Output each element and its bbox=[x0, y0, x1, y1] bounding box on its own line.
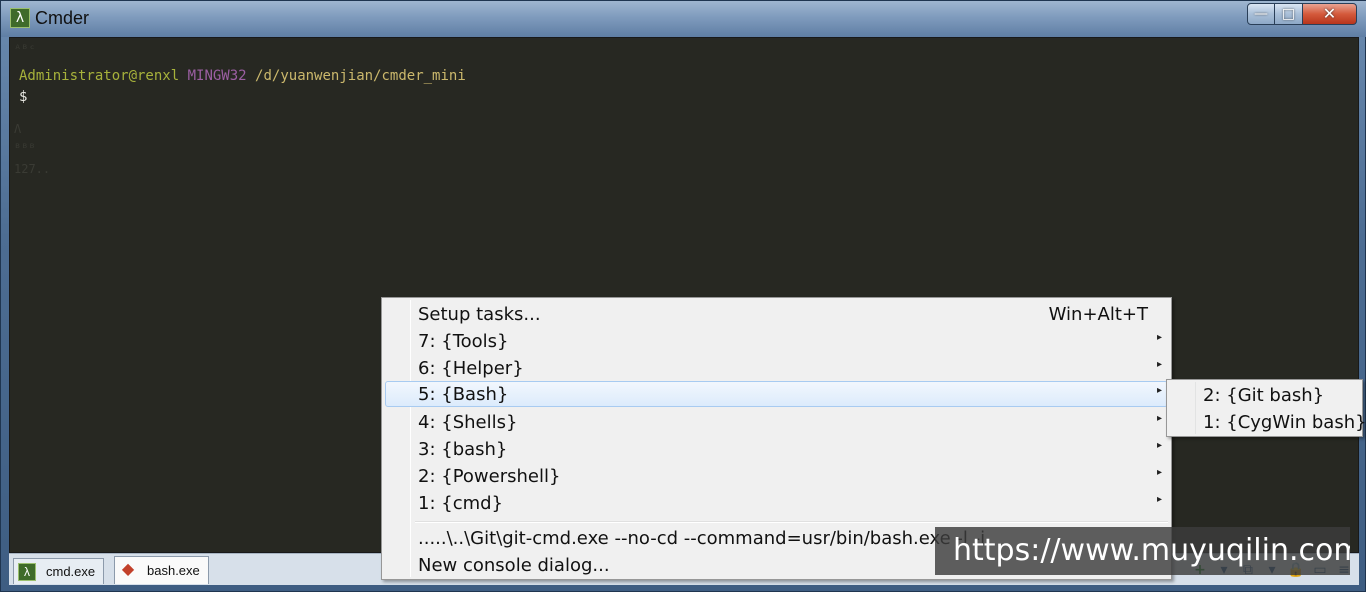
minimize-button[interactable]: — bbox=[1247, 3, 1275, 25]
ghost-text: ᴮᴮᴮ bbox=[14, 141, 36, 155]
maximize-button[interactable]: □ bbox=[1275, 3, 1303, 25]
submenu-arrow-icon: ▸ bbox=[1156, 440, 1162, 451]
title-bar[interactable]: λ Cmder — □ ✕ bbox=[1, 1, 1366, 37]
tab-label: cmd.exe bbox=[46, 564, 96, 579]
submenu-item-git-bash[interactable]: 2: {Git bash} bbox=[1203, 385, 1324, 406]
menu-item-powershell[interactable]: 2: {Powershell} ▸ bbox=[385, 463, 1168, 489]
tab-bash[interactable]: ◆ bash.exe bbox=[114, 556, 209, 584]
submenu-arrow-icon: ▸ bbox=[1156, 359, 1162, 370]
prompt-line: Administrator@renxl MINGW32 /d/yuanwenji… bbox=[19, 68, 466, 84]
tab-cmd[interactable]: λ cmd.exe bbox=[13, 558, 105, 584]
bash-submenu: 2: {Git bash} 1: {CygWin bash} bbox=[1166, 379, 1366, 437]
ghost-text: Λ bbox=[14, 122, 22, 136]
close-icon: ✕ bbox=[1322, 4, 1337, 23]
menu-item-label: Setup tasks... bbox=[418, 304, 541, 325]
submenu-arrow-icon: ▸ bbox=[1156, 385, 1162, 396]
menu-item-label: 5: {Bash} bbox=[418, 384, 509, 405]
menu-item-label: 3: {bash} bbox=[418, 439, 508, 460]
menu-item-setup-tasks[interactable]: Setup tasks... Win+Alt+T bbox=[385, 301, 1168, 327]
git-icon: ◆ bbox=[121, 560, 135, 578]
menu-item-helper[interactable]: 6: {Helper} ▸ bbox=[385, 355, 1168, 381]
submenu-arrow-icon: ▸ bbox=[1156, 413, 1162, 424]
menu-item-label: New console dialog... bbox=[418, 555, 610, 576]
tab-label: bash.exe bbox=[147, 563, 200, 578]
menu-item-label: 1: {cmd} bbox=[418, 493, 503, 514]
menu-item-bash[interactable]: 3: {bash} ▸ bbox=[385, 436, 1168, 462]
menu-item-label: 2: {Powershell} bbox=[418, 466, 561, 487]
submenu-item-cygwin-bash[interactable]: 1: {CygWin bash} bbox=[1203, 412, 1366, 433]
window-controls: — □ ✕ bbox=[1247, 3, 1357, 25]
submenu-arrow-icon: ▸ bbox=[1156, 494, 1162, 505]
submenu-arrow-icon: ▸ bbox=[1156, 467, 1162, 478]
menu-item-label: 6: {Helper} bbox=[418, 358, 524, 379]
watermark: https://www.muyuqilin.com bbox=[935, 527, 1350, 575]
prompt-env: MINGW32 bbox=[187, 68, 247, 84]
minimize-icon: — bbox=[1254, 6, 1268, 22]
submenu-arrow-icon: ▸ bbox=[1156, 332, 1162, 343]
menu-item-label: 7: {Tools} bbox=[418, 331, 509, 352]
menu-item-label: 4: {Shells} bbox=[418, 412, 518, 433]
lambda-icon: λ bbox=[18, 562, 36, 581]
menu-item-cmd[interactable]: 1: {cmd} ▸ bbox=[385, 490, 1168, 516]
prompt-dollar: $ bbox=[19, 89, 28, 105]
menu-item-shortcut: Win+Alt+T bbox=[1048, 304, 1148, 325]
menu-gutter bbox=[1195, 382, 1196, 434]
menu-item-tools[interactable]: 7: {Tools} ▸ bbox=[385, 328, 1168, 354]
menu-separator bbox=[415, 521, 1168, 523]
close-button[interactable]: ✕ bbox=[1303, 3, 1357, 25]
menu-item-label: .....\..\Git\git-cmd.exe --no-cd --comma… bbox=[418, 528, 986, 549]
maximize-icon: □ bbox=[1281, 6, 1296, 22]
ghost-text: ᴬᴮᶜ bbox=[14, 42, 36, 56]
lambda-app-icon: λ bbox=[10, 8, 30, 28]
menu-item-shells[interactable]: 4: {Shells} ▸ bbox=[385, 409, 1168, 435]
menu-item-bash-group[interactable]: 5: {Bash} ▸ bbox=[385, 381, 1168, 407]
window-title: Cmder bbox=[35, 8, 90, 28]
ghost-text: 127.. bbox=[14, 162, 51, 176]
prompt-user: Administrator@renxl bbox=[19, 68, 180, 84]
prompt-path: /d/yuanwenjian/cmder_mini bbox=[255, 68, 466, 84]
